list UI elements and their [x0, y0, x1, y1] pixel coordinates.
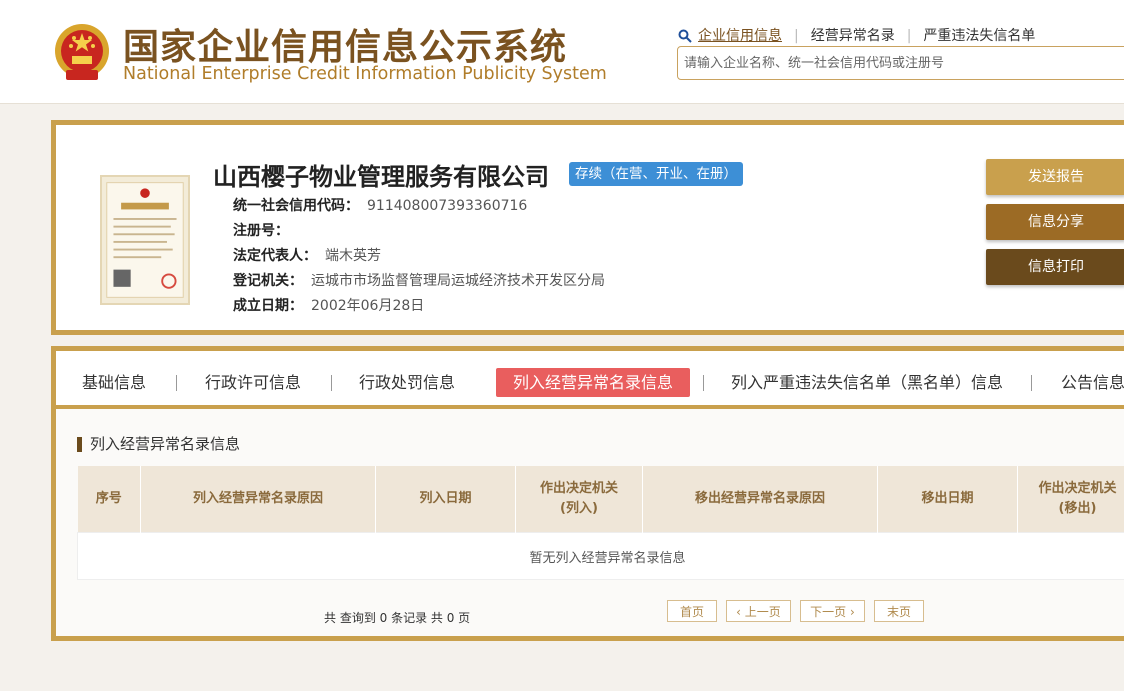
column-header: 序号: [77, 466, 141, 533]
info-label: 注册号：: [233, 223, 289, 239]
prev-page-button[interactable]: ‹ 上一页: [726, 600, 791, 622]
tab-abnormal-list[interactable]: 列入经营异常名录信息: [496, 368, 691, 397]
tab-content: 列入经营异常名录信息 序号 列入经营异常名录原因 列入日期 作出决定机关 (列入)…: [56, 409, 1124, 636]
info-label: 成立日期：: [233, 298, 303, 314]
next-page-button[interactable]: 下一页 ›: [800, 600, 865, 622]
top-nav: 企业信用信息 | 经营异常名录 | 严重违法失信名单: [678, 25, 1035, 45]
abnormal-list-table: 序号 列入经营异常名录原因 列入日期 作出决定机关 (列入) 移出经营异常名录原因…: [77, 466, 1124, 580]
info-credit-code: 统一社会信用代码： 911408007393360716: [233, 195, 527, 215]
company-name: 山西樱子物业管理服务有限公司: [213, 163, 549, 191]
tab-divider: [703, 375, 704, 391]
table-header-row: 序号 列入经营异常名录原因 列入日期 作出决定机关 (列入) 移出经营异常名录原因…: [77, 466, 1124, 533]
first-page-button[interactable]: 首页: [667, 600, 717, 622]
pagination-summary: 共 查询到 0 条记录 共 0 页: [324, 611, 471, 625]
share-info-button[interactable]: 信息分享: [986, 204, 1124, 240]
info-label: 法定代表人：: [233, 248, 317, 264]
tab-admin-license[interactable]: 行政许可信息: [205, 368, 301, 397]
info-value: 端木英芳: [325, 248, 381, 264]
column-header: 移出日期: [877, 466, 1018, 533]
tab-divider: [176, 375, 177, 391]
business-license-image[interactable]: [100, 175, 190, 305]
tab-divider: [331, 375, 332, 391]
section-title: 列入经营异常名录信息: [77, 437, 240, 452]
tab-admin-penalty[interactable]: 行政处罚信息: [359, 368, 455, 397]
info-value: 运城市市场监督管理局运城经济技术开发区分局: [311, 273, 605, 289]
tab-bar: 基础信息 行政许可信息 行政处罚信息 列入经营异常名录信息 列入严重违法失信名单…: [56, 351, 1124, 409]
info-legal-rep: 法定代表人： 端木英芳: [233, 245, 381, 265]
search-input[interactable]: [678, 47, 1124, 79]
info-label: 登记机关：: [233, 273, 303, 289]
company-card: 山西樱子物业管理服务有限公司 存续（在营、开业、在册） 统一社会信用代码： 911…: [51, 120, 1124, 335]
chevron-left-icon: ‹: [736, 605, 745, 619]
info-reg-number: 注册号：: [233, 220, 297, 240]
nav-link-blacklist[interactable]: 严重违法失信名单: [923, 28, 1035, 44]
info-value: 911408007393360716: [367, 198, 528, 214]
search-box: [677, 46, 1124, 80]
info-label: 统一社会信用代码：: [233, 198, 359, 214]
info-established: 成立日期： 2002年06月28日: [233, 295, 424, 315]
print-info-button[interactable]: 信息打印: [986, 249, 1124, 285]
empty-message: 暂无列入经营异常名录信息: [77, 532, 1124, 580]
last-page-button[interactable]: 末页: [874, 600, 924, 622]
search-icon: [678, 29, 692, 43]
tab-announcements[interactable]: 公告信息: [1061, 368, 1124, 397]
info-value: 2002年06月28日: [311, 298, 425, 314]
site-header: 国家企业信用信息公示系统 National Enterprise Credit …: [0, 0, 1124, 104]
send-report-button[interactable]: 发送报告: [986, 159, 1124, 195]
status-badge: 存续（在营、开业、在册）: [569, 162, 743, 186]
info-authority: 登记机关： 运城市市场监督管理局运城经济技术开发区分局: [233, 270, 605, 290]
site-title: 国家企业信用信息公示系统: [123, 27, 568, 68]
nav-divider: |: [906, 28, 912, 44]
nav-divider: |: [794, 28, 799, 44]
column-header: 移出经营异常名录原因: [642, 466, 878, 533]
tab-basic-info[interactable]: 基础信息: [82, 368, 146, 397]
chevron-right-icon: ›: [846, 605, 855, 619]
column-header: 作出决定机关 (移出): [1017, 466, 1124, 533]
tab-blacklist[interactable]: 列入严重违法失信名单（黑名单）信息: [731, 368, 1003, 397]
info-panel: 基础信息 行政许可信息 行政处罚信息 列入经营异常名录信息 列入严重违法失信名单…: [51, 346, 1124, 641]
nav-link-credit-info[interactable]: 企业信用信息: [698, 28, 782, 44]
site-subtitle: National Enterprise Credit Information P…: [123, 64, 607, 84]
column-header: 作出决定机关 (列入): [515, 466, 643, 533]
tab-divider: [1031, 375, 1032, 391]
table-row: 暂无列入经营异常名录信息: [77, 532, 1124, 580]
national-emblem-icon: [55, 24, 109, 80]
column-header: 列入日期: [375, 466, 516, 533]
nav-link-abnormal-list[interactable]: 经营异常名录: [811, 28, 895, 44]
column-header: 列入经营异常名录原因: [140, 466, 376, 533]
